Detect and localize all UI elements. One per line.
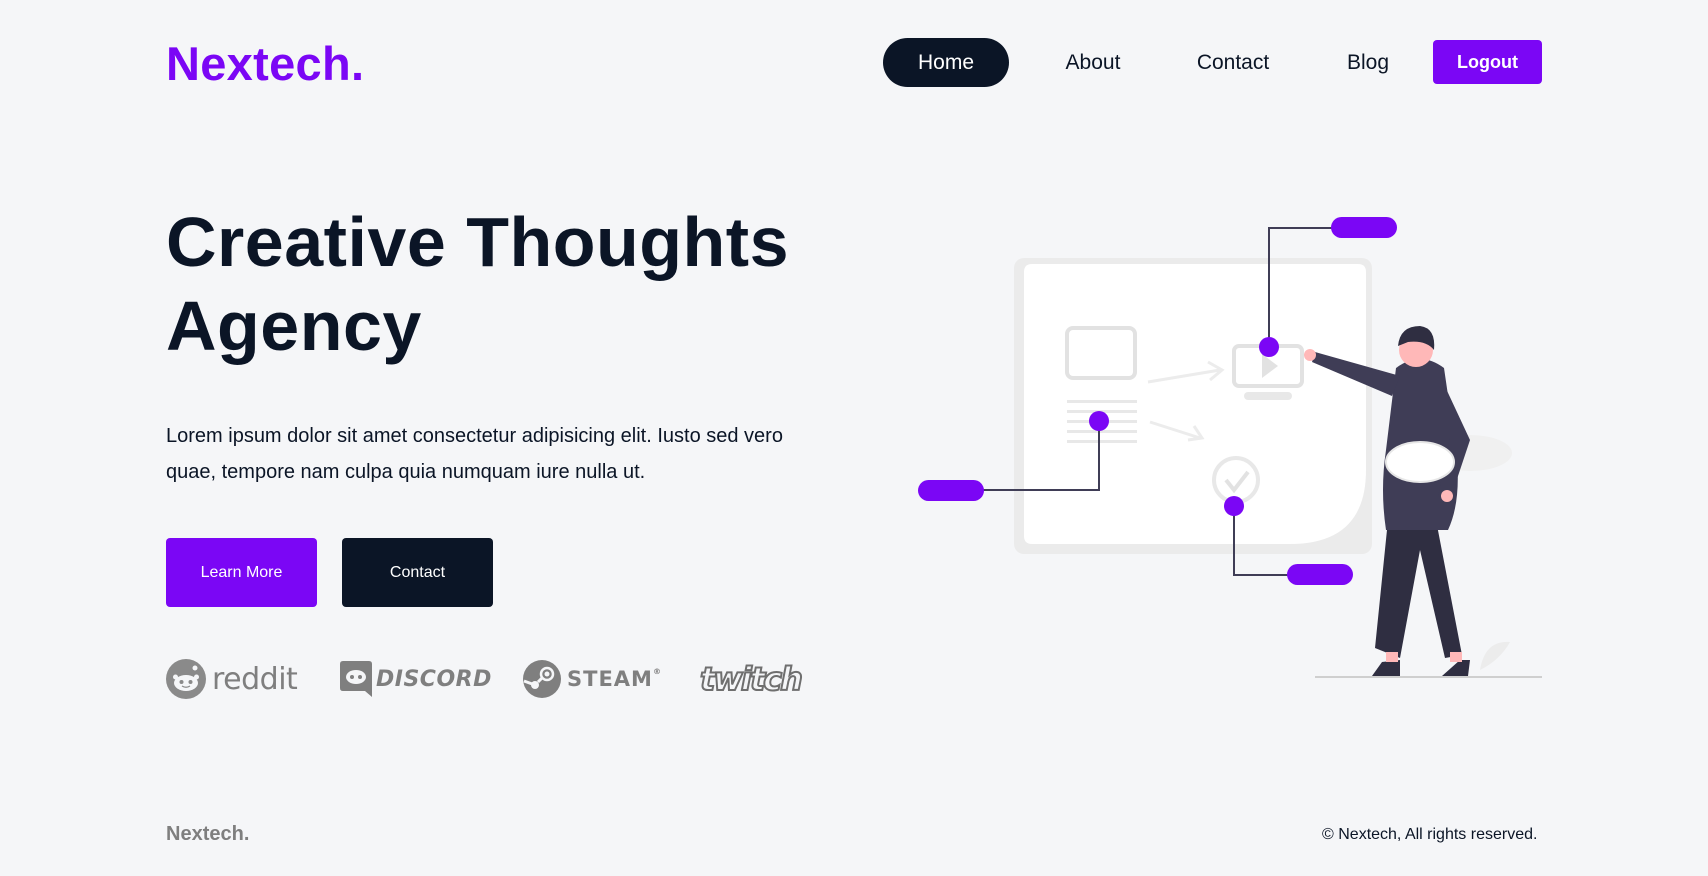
contact-button[interactable]: Contact	[342, 538, 493, 607]
hero-description: Lorem ipsum dolor sit amet consectetur a…	[166, 425, 783, 483]
landing-page: Nextech. Home About Contact Blog Logout …	[0, 0, 1708, 876]
discord-logo: DISCORD	[340, 656, 492, 702]
steam-logo: STEAM®	[523, 656, 662, 702]
discord-wordmark: DISCORD	[376, 666, 492, 692]
hero-title: Creative Thoughts Agency	[166, 203, 790, 365]
nav-about[interactable]: About	[1043, 38, 1143, 87]
steam-logo-icon	[523, 660, 561, 698]
twitch-logo-icon: twitch	[699, 659, 804, 699]
steam-wordmark: STEAM®	[567, 667, 662, 691]
learn-more-button[interactable]: Learn More	[166, 538, 317, 607]
footer-logo[interactable]: Nextech.	[166, 823, 249, 846]
nav-contact[interactable]: Contact	[1173, 38, 1293, 87]
reddit-logo: reddit	[166, 656, 298, 702]
twitch-logo: twitch	[699, 656, 804, 702]
nav-blog[interactable]: Blog	[1318, 38, 1418, 87]
discord-logo-icon	[340, 661, 372, 697]
footer-copyright: © Nextech, All rights reserved.	[1322, 826, 1538, 843]
hero-illustration	[918, 217, 1542, 678]
reddit-logo-icon	[166, 659, 206, 699]
reddit-wordmark: reddit	[212, 661, 298, 697]
nav-home[interactable]: Home	[883, 38, 1009, 87]
site-logo[interactable]: Nextech.	[166, 36, 364, 91]
logout-button[interactable]: Logout	[1433, 40, 1542, 84]
